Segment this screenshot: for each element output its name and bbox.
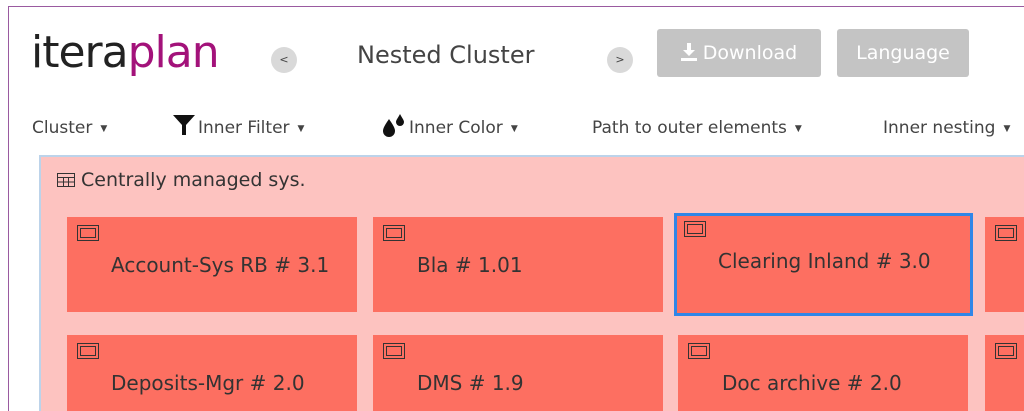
funnel-icon — [173, 115, 195, 135]
grid-icon — [57, 173, 75, 187]
path-to-outer-elements-label: Path to outer elements — [592, 118, 787, 138]
download-icon — [680, 43, 697, 61]
component-icon — [995, 343, 1017, 359]
inner-filter-label: Inner Filter — [198, 118, 290, 138]
logo-text-plan: plan — [127, 27, 220, 78]
logo-text-itera: itera — [31, 27, 129, 78]
page-title: Nested Cluster — [357, 41, 535, 69]
cluster-title: Centrally managed sys. — [81, 169, 306, 191]
chevron-right-icon: > — [615, 53, 625, 66]
component-icon — [77, 225, 99, 241]
download-button[interactable]: Download — [657, 29, 821, 77]
path-to-outer-elements-dropdown[interactable]: Path to outer elements ▼ — [592, 113, 802, 144]
tile-dms[interactable]: DMS # 1.9 — [373, 335, 663, 411]
component-icon — [77, 343, 99, 359]
language-label: Language — [856, 42, 950, 64]
component-icon — [383, 225, 405, 241]
caret-down-icon: ▼ — [297, 124, 305, 134]
app-frame: iteraplan < Nested Cluster > Download La… — [8, 6, 1024, 411]
paint-drops-icon — [383, 114, 404, 137]
tile-deposits-mgr[interactable]: Deposits-Mgr # 2.0 — [67, 335, 357, 411]
component-icon — [688, 343, 710, 359]
previous-diagram-button[interactable]: < — [271, 47, 297, 73]
chevron-left-icon: < — [279, 53, 289, 66]
inner-color-dropdown[interactable]: Inner Color ▼ — [381, 113, 518, 144]
cluster-header: Centrally managed sys. — [57, 169, 306, 191]
tile-label: DMS # 1.9 — [417, 371, 524, 395]
component-icon — [684, 221, 706, 237]
tile-label: Account-Sys RB # 3.1 — [111, 253, 330, 277]
tile-partial-right[interactable] — [985, 217, 1024, 312]
tile-label: Bla # 1.01 — [417, 253, 523, 277]
tile-label: Clearing Inland # 3.0 — [718, 249, 931, 273]
toolbar: Cluster ▼ Inner Filter ▼ Inner Color ▼ Path… — [9, 113, 1024, 143]
caret-down-icon: ▼ — [794, 124, 802, 134]
component-icon — [383, 343, 405, 359]
language-button[interactable]: Language — [837, 29, 969, 77]
inner-filter-dropdown[interactable]: Inner Filter ▼ — [172, 113, 304, 144]
cluster-dropdown[interactable]: Cluster ▼ — [32, 113, 107, 144]
inner-nesting-label: Inner nesting — [883, 118, 996, 138]
tile-label: Deposits-Mgr # 2.0 — [111, 371, 305, 395]
tile-partial-right-2[interactable] — [985, 335, 1024, 411]
tile-label: Doc archive # 2.0 — [722, 371, 902, 395]
inner-color-label: Inner Color — [409, 118, 503, 138]
iteraplan-logo[interactable]: iteraplan — [31, 25, 220, 81]
download-label: Download — [702, 42, 798, 64]
tile-bla[interactable]: Bla # 1.01 — [373, 217, 663, 312]
next-diagram-button[interactable]: > — [607, 47, 633, 73]
inner-nesting-dropdown[interactable]: Inner nesting ▼ — [883, 113, 1010, 144]
cluster-container[interactable]: Centrally managed sys. Account-Sys RB # … — [39, 155, 1024, 411]
component-icon — [995, 225, 1017, 241]
cluster-dropdown-label: Cluster — [32, 118, 93, 138]
tile-account-sys-rb[interactable]: Account-Sys RB # 3.1 — [67, 217, 357, 312]
caret-down-icon: ▼ — [510, 124, 518, 134]
caret-down-icon: ▼ — [1003, 124, 1011, 134]
tile-clearing-inland[interactable]: Clearing Inland # 3.0 — [674, 213, 973, 316]
caret-down-icon: ▼ — [100, 124, 108, 134]
tile-doc-archive[interactable]: Doc archive # 2.0 — [678, 335, 968, 411]
